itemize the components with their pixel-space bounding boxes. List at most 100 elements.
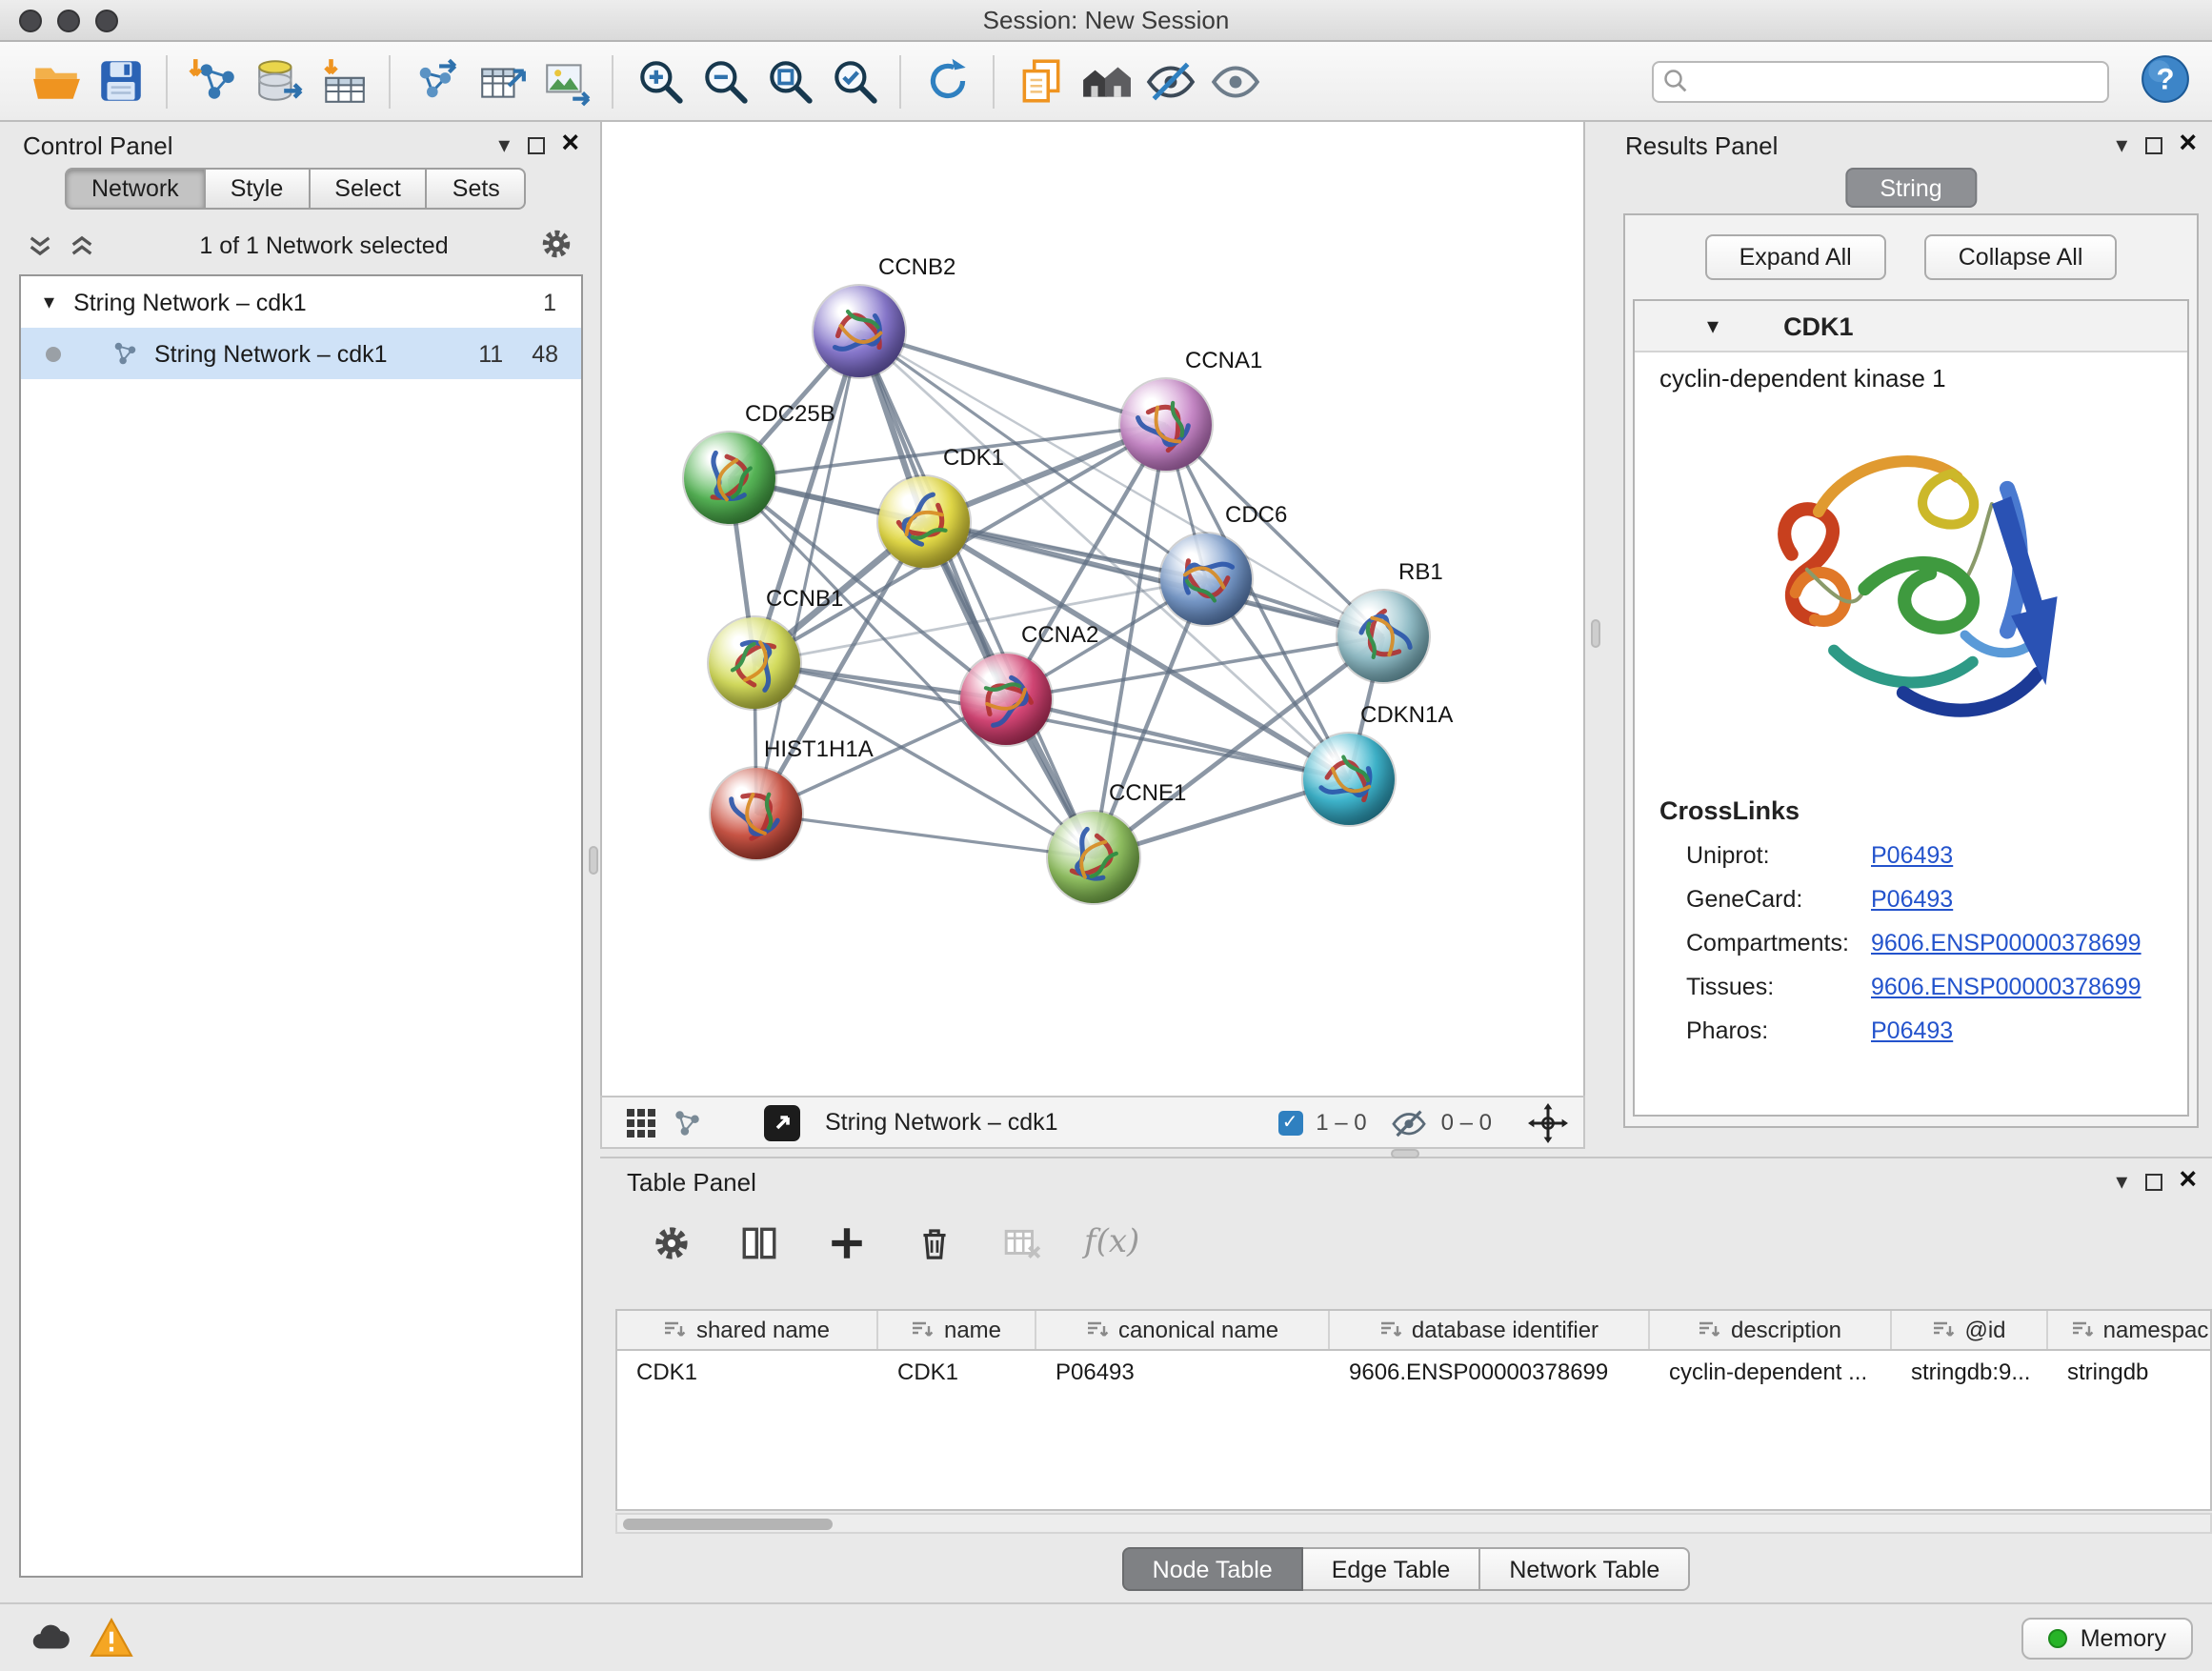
- expand-all-icon[interactable]: [69, 232, 95, 259]
- crosslink-link[interactable]: P06493: [1871, 841, 1953, 868]
- panel-float-icon[interactable]: [2144, 136, 2162, 153]
- table-cell: stringdb:9...: [1892, 1351, 2048, 1391]
- columns-icon: [738, 1222, 778, 1262]
- tab-select[interactable]: Select: [310, 168, 428, 210]
- control-panel-header: Control Panel ▾ ×: [8, 122, 594, 168]
- column-header[interactable]: shared name: [617, 1311, 878, 1349]
- horizontal-scrollbar[interactable]: [615, 1513, 2212, 1534]
- network-node-cdc25b[interactable]: [684, 433, 775, 524]
- zoom-out-button[interactable]: [692, 47, 756, 115]
- import-network-file-button[interactable]: [181, 47, 246, 115]
- tab-edge-table[interactable]: Edge Table: [1303, 1547, 1481, 1591]
- pan-crosshair-icon[interactable]: [1528, 1102, 1568, 1142]
- tab-string[interactable]: String: [1845, 168, 1976, 208]
- open-session-button[interactable]: [23, 47, 88, 115]
- help-button[interactable]: ?: [2136, 52, 2193, 110]
- warnings-button[interactable]: [80, 1611, 141, 1664]
- tab-network[interactable]: Network: [65, 168, 206, 210]
- search-input[interactable]: [1690, 64, 2107, 98]
- tree-expand-icon[interactable]: ▾: [44, 290, 54, 314]
- crosslink-link[interactable]: 9606.ENSP00000378699: [1871, 973, 2142, 999]
- detach-view-icon[interactable]: [762, 1102, 802, 1142]
- crosslink-link[interactable]: 9606.ENSP00000378699: [1871, 929, 2142, 956]
- zoom-in-button[interactable]: [627, 47, 692, 115]
- network-node-cdc6[interactable]: [1160, 534, 1252, 625]
- network-node-ccne1[interactable]: [1048, 812, 1139, 903]
- panel-float-icon[interactable]: [527, 136, 544, 153]
- search-box[interactable]: [1652, 60, 2109, 102]
- column-header[interactable]: @id: [1892, 1311, 2048, 1349]
- panel-menu-icon[interactable]: ▾: [2116, 133, 2127, 156]
- network-status-bar: String Network – cdk1 ✓ 1 – 0 0 – 0: [600, 1096, 1585, 1149]
- home-networks-button[interactable]: [1073, 47, 1137, 115]
- export-image-button[interactable]: [533, 47, 598, 115]
- tab-sets[interactable]: Sets: [428, 168, 527, 210]
- show-all-button[interactable]: [1202, 47, 1267, 115]
- toolbar-separator: [389, 54, 391, 108]
- hide-selected-button[interactable]: [1137, 47, 1202, 115]
- splitter-grip[interactable]: [589, 846, 598, 875]
- column-header[interactable]: name: [878, 1311, 1036, 1349]
- panel-float-icon[interactable]: [2144, 1173, 2162, 1190]
- panel-close-icon[interactable]: ×: [2179, 130, 2197, 160]
- network-view[interactable]: CCNB2CCNA1CDC25BCDK1CDC6RB1CCNB1CCNA2CDK…: [600, 122, 1585, 1096]
- panel-close-icon[interactable]: ×: [2179, 1166, 2197, 1197]
- network-node-ccnb2[interactable]: [814, 286, 905, 377]
- panel-menu-icon[interactable]: ▾: [2116, 1170, 2127, 1193]
- expand-all-button[interactable]: Expand All: [1705, 234, 1886, 280]
- table-row[interactable]: CDK1 CDK1 P06493 9606.ENSP00000378699 cy…: [617, 1351, 2210, 1391]
- network-options-button[interactable]: [537, 227, 575, 265]
- column-header[interactable]: database identifier: [1330, 1311, 1650, 1349]
- function-builder-button[interactable]: f(x): [1084, 1223, 1139, 1261]
- gene-section-header[interactable]: ▾ CDK1: [1635, 301, 2187, 352]
- network-node-hist1h1a[interactable]: [711, 768, 802, 859]
- protein-thumbnail-icon: [884, 482, 964, 562]
- network-node-ccna2[interactable]: [960, 654, 1052, 745]
- cloud-status-button[interactable]: [19, 1611, 80, 1664]
- zoom-fit-icon: [763, 55, 814, 107]
- splitter-grip[interactable]: [1391, 1149, 1419, 1158]
- panel-close-icon[interactable]: ×: [561, 130, 579, 160]
- show-columns-button[interactable]: [734, 1218, 783, 1267]
- splitter-grip[interactable]: [1591, 619, 1600, 648]
- network-node-ccna1[interactable]: [1120, 379, 1212, 471]
- scrollbar-thumb[interactable]: [623, 1518, 833, 1530]
- tab-style[interactable]: Style: [206, 168, 311, 210]
- crosslink-link[interactable]: P06493: [1871, 1017, 1953, 1043]
- column-header[interactable]: namespac: [2048, 1311, 2212, 1349]
- copy-view-button[interactable]: [1008, 47, 1073, 115]
- network-node-cdkn1a[interactable]: [1303, 734, 1395, 825]
- panel-menu-icon[interactable]: ▾: [498, 133, 510, 156]
- collapse-all-icon[interactable]: [27, 232, 53, 259]
- network-node-cdk1[interactable]: [878, 476, 970, 568]
- crosslink-link[interactable]: P06493: [1871, 885, 1953, 912]
- tab-node-table[interactable]: Node Table: [1122, 1547, 1303, 1591]
- column-header[interactable]: canonical name: [1036, 1311, 1330, 1349]
- sort-icon: [912, 1319, 935, 1341]
- network-collection-row[interactable]: ▾ String Network – cdk1 1: [21, 276, 581, 328]
- zoom-fit-button[interactable]: [756, 47, 821, 115]
- network-row[interactable]: String Network – cdk1 11 48: [21, 328, 581, 379]
- import-network-database-button[interactable]: [246, 47, 311, 115]
- create-column-button[interactable]: [821, 1218, 871, 1267]
- selected-checkbox[interactable]: ✓: [1277, 1110, 1302, 1135]
- export-table-button[interactable]: [469, 47, 533, 115]
- apply-layout-button[interactable]: [915, 47, 979, 115]
- grid-view-button[interactable]: [617, 1099, 663, 1145]
- tab-network-table[interactable]: Network Table: [1480, 1547, 1690, 1591]
- save-session-button[interactable]: [88, 47, 152, 115]
- import-table-file-button[interactable]: [311, 47, 375, 115]
- network-node-rb1[interactable]: [1337, 591, 1429, 682]
- network-view-button[interactable]: [663, 1099, 709, 1145]
- clear-table-button[interactable]: [996, 1218, 1046, 1267]
- collapse-all-button[interactable]: Collapse All: [1924, 234, 2118, 280]
- network-node-ccnb1[interactable]: [709, 617, 800, 709]
- column-header[interactable]: description: [1650, 1311, 1892, 1349]
- memory-button[interactable]: Memory: [2021, 1617, 2193, 1659]
- section-collapse-icon[interactable]: ▾: [1707, 312, 1719, 339]
- table-options-button[interactable]: [646, 1218, 695, 1267]
- zoom-selected-button[interactable]: [821, 47, 886, 115]
- delete-column-button[interactable]: [909, 1218, 958, 1267]
- new-network-from-selection-button[interactable]: [404, 47, 469, 115]
- network-canvas[interactable]: CCNB2CCNA1CDC25BCDK1CDC6RB1CCNB1CCNA2CDK…: [602, 122, 1583, 1096]
